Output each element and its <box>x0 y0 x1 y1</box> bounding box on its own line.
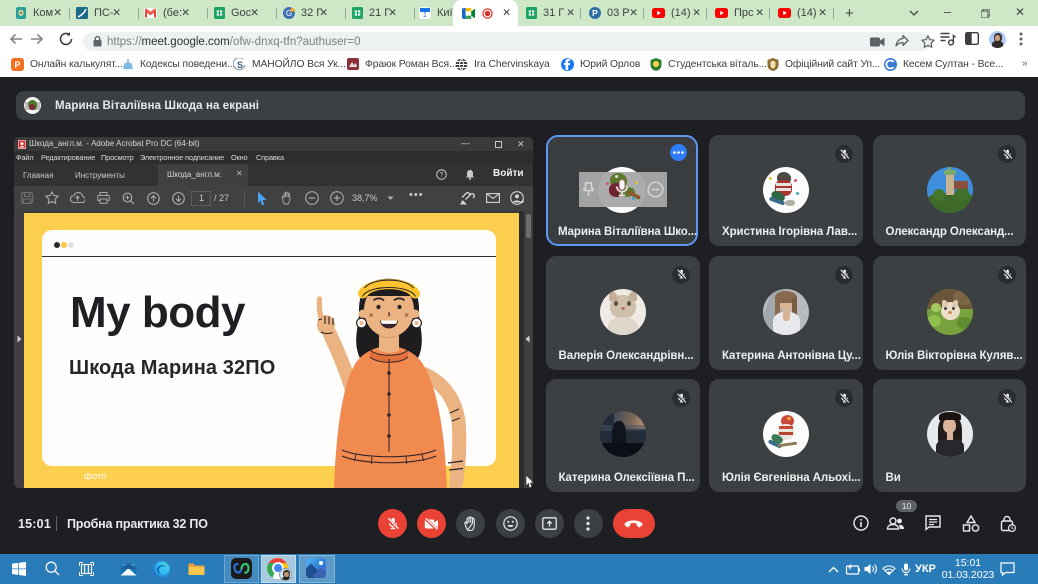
svg-text:P: P <box>592 8 598 18</box>
svg-text:S: S <box>237 60 243 70</box>
svg-text:1: 1 <box>423 12 427 19</box>
svg-text:P: P <box>15 60 21 70</box>
svg-text:?: ? <box>440 172 444 179</box>
